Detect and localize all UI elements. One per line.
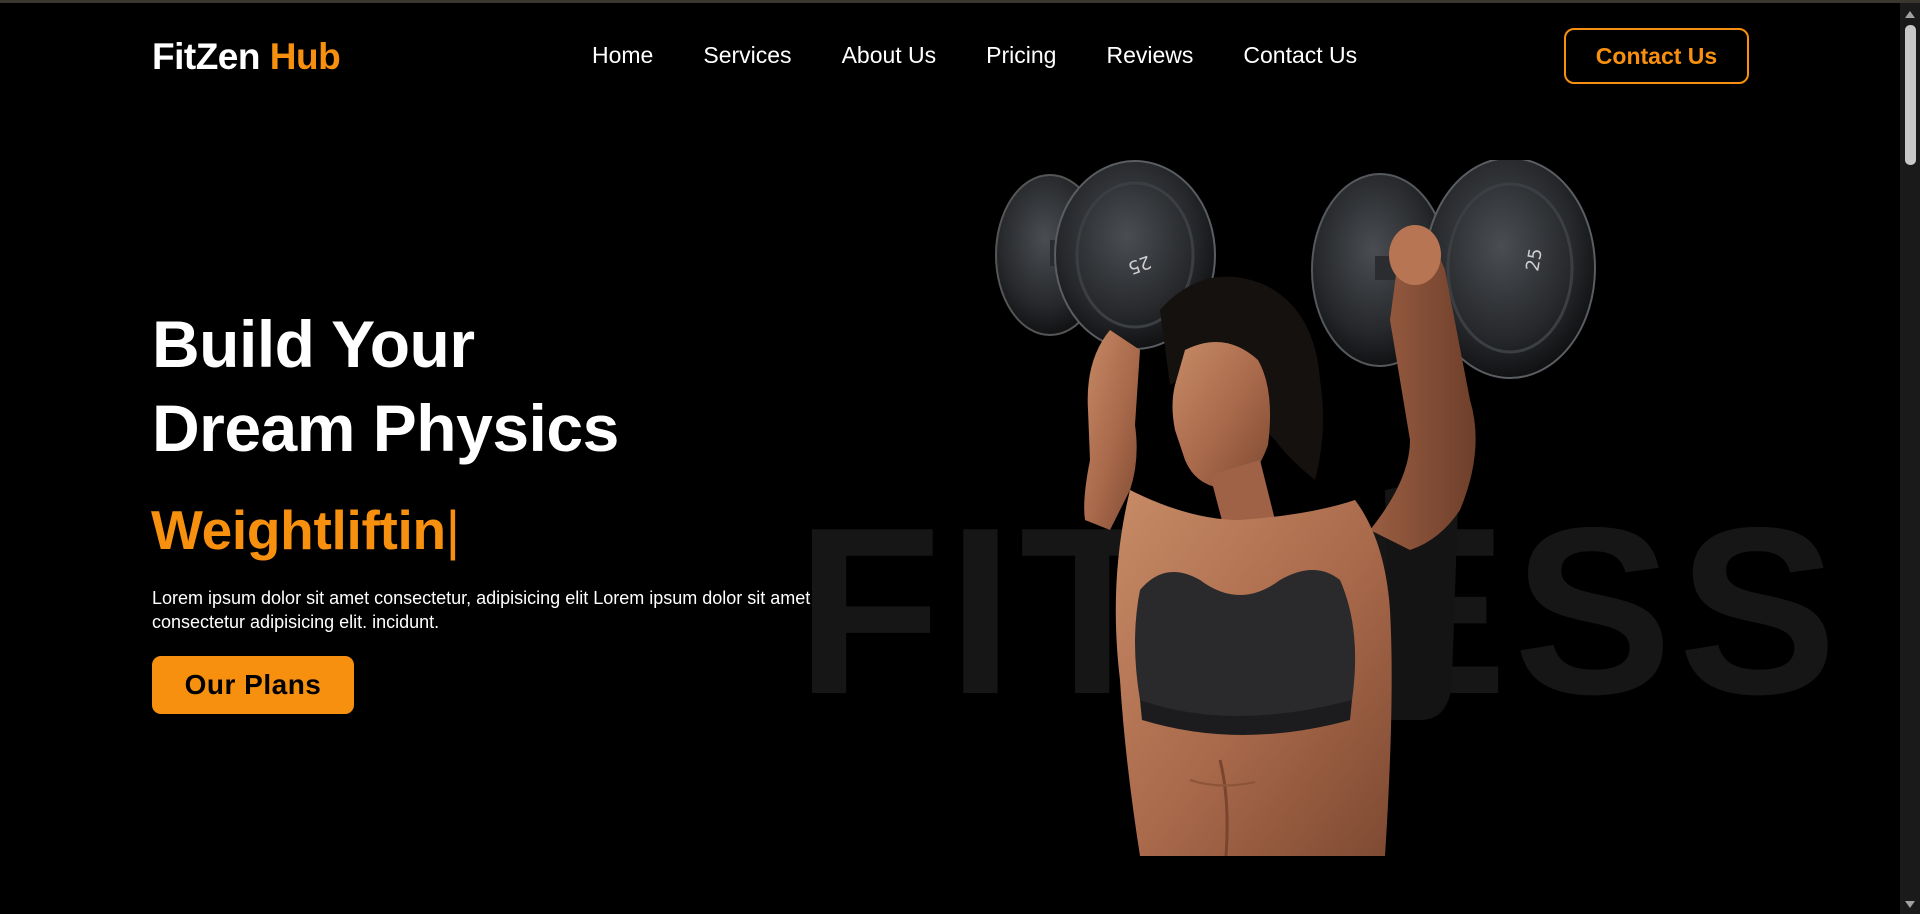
contact-us-button[interactable]: Contact Us bbox=[1564, 28, 1749, 84]
window-top-border bbox=[0, 0, 1920, 3]
nav-reviews[interactable]: Reviews bbox=[1106, 42, 1193, 69]
athlete-lifting-dumbbells-image: 25 25 bbox=[995, 160, 1596, 856]
scrollbar-thumb[interactable] bbox=[1905, 25, 1916, 165]
hero-title-line1: Build Your bbox=[152, 307, 475, 381]
vertical-scrollbar[interactable] bbox=[1900, 3, 1920, 914]
typed-word: Weightliftin bbox=[151, 499, 446, 561]
right-plate-weight: 25 bbox=[1522, 247, 1547, 273]
scroll-up-arrow-icon[interactable] bbox=[1905, 11, 1915, 18]
nav-services[interactable]: Services bbox=[703, 42, 791, 69]
logo-main-text: FitZen bbox=[152, 36, 260, 77]
site-logo[interactable]: FitZen Hub bbox=[152, 36, 341, 78]
our-plans-button[interactable]: Our Plans bbox=[152, 656, 354, 714]
typed-text: Weightliftin| bbox=[151, 498, 460, 562]
logo-accent-text: Hub bbox=[269, 36, 341, 77]
nav-home[interactable]: Home bbox=[592, 42, 653, 69]
hero-title: Build Your Dream Physics bbox=[152, 302, 619, 470]
hero-title-line2: Dream Physics bbox=[152, 391, 619, 465]
main-nav: Home Services About Us Pricing Reviews C… bbox=[592, 42, 1357, 69]
nav-pricing[interactable]: Pricing bbox=[986, 42, 1056, 69]
typing-cursor: | bbox=[445, 499, 460, 561]
hero-description: Lorem ipsum dolor sit amet consectetur, … bbox=[152, 588, 811, 632]
nav-contact-us[interactable]: Contact Us bbox=[1243, 42, 1357, 69]
nav-about-us[interactable]: About Us bbox=[842, 42, 937, 69]
scroll-down-arrow-icon[interactable] bbox=[1905, 901, 1915, 908]
